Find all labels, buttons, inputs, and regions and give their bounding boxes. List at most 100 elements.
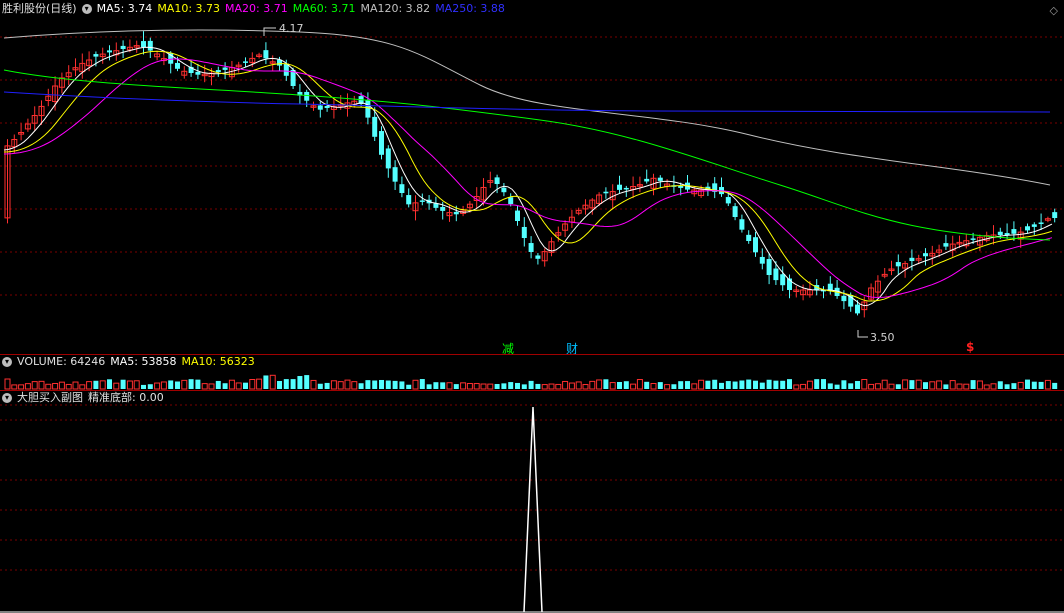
price-panel[interactable]: 胜利股份(日线) ▾ MA5: 3.74 MA10: 3.73 MA20: 3.… (0, 0, 1064, 356)
candle-down (501, 187, 507, 193)
volume-bar (793, 384, 800, 390)
collapse-icon[interactable]: ▾ (2, 393, 12, 403)
candle-down (535, 255, 541, 259)
volume-bar (923, 382, 928, 389)
volume-bar (93, 380, 99, 389)
volume-bar (344, 379, 351, 390)
candle-down (739, 219, 745, 230)
ma250-label: MA250: 3.88 (435, 2, 505, 15)
volume-bar (691, 383, 698, 390)
volume-bar (399, 381, 405, 389)
volume-bar (943, 384, 949, 389)
candle-down (93, 54, 99, 57)
indicator-panel[interactable]: ▾ 大胆买入副图 精准底部: 0.00 (0, 390, 1064, 613)
candle-down (1004, 233, 1010, 235)
volume-bar (1038, 381, 1044, 389)
volume-bar (18, 384, 25, 390)
candle-down (419, 200, 425, 202)
volume-bar (1017, 381, 1024, 390)
candle-down (603, 191, 609, 194)
candle-down (317, 105, 323, 110)
volume-bar (915, 379, 922, 390)
volume-bar (528, 380, 534, 389)
volume-bar (4, 378, 11, 390)
candle-down (263, 50, 269, 59)
price-header: 胜利股份(日线) ▾ MA5: 3.74 MA10: 3.73 MA20: 3.… (2, 2, 505, 16)
price-chart[interactable] (0, 0, 1064, 354)
volume-bar (983, 384, 990, 390)
volume-bar (412, 379, 419, 390)
volume-bar (228, 379, 235, 390)
candle-down (923, 253, 928, 257)
candle-down (1031, 224, 1037, 227)
volume-bar (324, 382, 330, 389)
candle-down (147, 40, 153, 51)
volume-bar (419, 379, 425, 389)
volume-bar (535, 383, 541, 389)
low-pointer (857, 330, 868, 338)
candle-down (399, 184, 405, 193)
volume-bar (685, 381, 690, 389)
volume-bar (208, 383, 215, 390)
volume-panel[interactable]: ▾ VOLUME: 64246 MA5: 53858 MA10: 56323 (0, 354, 1064, 390)
volume-bar (133, 380, 140, 390)
volume-bar (160, 381, 167, 390)
volume-bar (678, 381, 684, 389)
volume-bar (773, 380, 779, 389)
candle-down (909, 257, 915, 262)
volume-bar (154, 382, 161, 390)
candle-down (855, 304, 860, 314)
ma120-line (3, 29, 1051, 186)
volume-bar (31, 381, 38, 390)
volume-bar (671, 384, 677, 389)
volume-bar (24, 383, 31, 390)
volume-bar (256, 378, 263, 390)
volume-bar (949, 380, 956, 390)
collapse-icon[interactable]: ▾ (2, 357, 12, 367)
candle-down (107, 50, 112, 53)
volume-bar (834, 384, 840, 389)
candle-down (141, 41, 146, 48)
volume-bar (841, 380, 847, 389)
volume-bar (426, 384, 432, 389)
volume-bar (215, 380, 221, 389)
volume-bar (902, 379, 909, 390)
indicator-chart[interactable] (0, 390, 1064, 613)
candle-down (365, 100, 371, 118)
volume-bar (453, 384, 459, 389)
volume-bar (589, 380, 596, 390)
volume-bar (1011, 383, 1017, 389)
candle-down (644, 178, 650, 182)
collapse-icon[interactable]: ▾ (81, 4, 92, 14)
volume-bar (52, 382, 59, 390)
volume-bar (460, 382, 467, 390)
volume-bar (433, 382, 439, 389)
volume-bar (705, 380, 711, 389)
volume-bar (562, 380, 569, 390)
volume-bar (970, 380, 976, 389)
volume-bar (596, 379, 603, 390)
volume-bar (780, 380, 786, 389)
volume-bar (997, 381, 1003, 389)
volume-bar (515, 382, 520, 389)
candle-down (623, 187, 629, 190)
volume-bar (181, 379, 188, 390)
diamond-icon[interactable]: ◇ (1050, 4, 1058, 17)
volume-bar (881, 379, 888, 390)
volume-bar (956, 383, 963, 390)
candle-down (515, 210, 520, 221)
volume-bar (201, 383, 208, 390)
volume-bar (392, 380, 398, 389)
volume-bar (929, 381, 936, 390)
volume-bar (963, 383, 970, 390)
volume-bar (337, 381, 344, 390)
volume-bar (636, 379, 643, 390)
candle-down (120, 45, 126, 49)
candle-down (617, 184, 622, 190)
ma120-label: MA120: 3.82 (360, 2, 431, 15)
ma5-line (3, 46, 1053, 307)
volume-bar (501, 383, 507, 389)
volume-ma5: MA5: 53858 (110, 355, 177, 368)
volume-bar (72, 381, 79, 390)
candle-down (943, 243, 949, 247)
